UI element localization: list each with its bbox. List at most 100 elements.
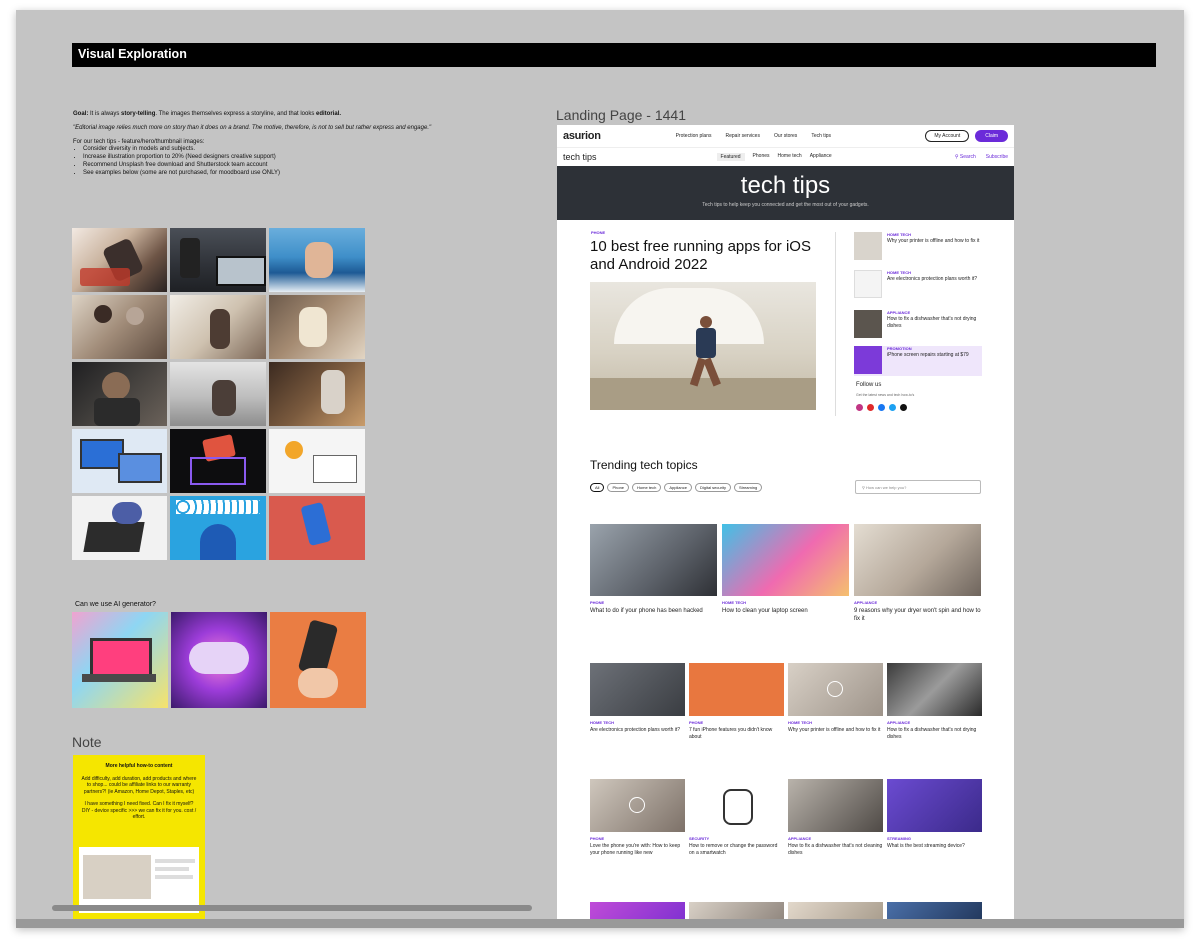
goal-bold-1: story-telling bbox=[121, 111, 156, 117]
embedded-screenshot bbox=[79, 847, 199, 913]
ai-gamepad-purple[interactable] bbox=[171, 612, 267, 708]
featured-image-runner[interactable] bbox=[590, 282, 816, 410]
chip-appliance[interactable]: Appliance bbox=[664, 483, 692, 492]
photo-woman-cooking[interactable] bbox=[269, 295, 365, 359]
play-icon[interactable] bbox=[827, 681, 843, 697]
card-image bbox=[722, 524, 849, 596]
subscribe-link[interactable]: Subscribe bbox=[986, 154, 1008, 160]
side-thumb bbox=[854, 346, 882, 374]
hero-title: tech tips bbox=[740, 172, 831, 199]
design-canvas[interactable]: Visual Exploration Goal: It is always st… bbox=[16, 10, 1184, 928]
photo-speaker-laptop[interactable] bbox=[170, 228, 266, 292]
frame-label[interactable]: Landing Page - 1441 bbox=[556, 107, 686, 123]
sub-nav: tech tips Featured Phones Home tech Appl… bbox=[557, 147, 1014, 166]
photo-family-room[interactable] bbox=[170, 295, 266, 359]
nav-link[interactable]: Repair services bbox=[726, 133, 760, 139]
card-title: 7 fun iPhone features you didn't know ab… bbox=[689, 727, 773, 740]
moodboard-grid bbox=[72, 228, 365, 560]
my-account-button[interactable]: My Account bbox=[925, 130, 970, 142]
nav-link[interactable]: Protection plans bbox=[676, 133, 712, 139]
photo-headphones-man[interactable] bbox=[72, 362, 167, 426]
sticky-note[interactable]: More helpful how-to content Add difficul… bbox=[73, 755, 205, 920]
chip-digital-security[interactable]: Digital security bbox=[694, 483, 731, 492]
featured-title[interactable]: 10 best free running apps for iOS and An… bbox=[590, 238, 820, 274]
sticky-paragraph: I have something I need fixed. Can I fix… bbox=[81, 801, 197, 820]
chip-phone[interactable]: Phone bbox=[607, 483, 630, 492]
article-card[interactable]: APPLIANCE How to fix a dishwasher that's… bbox=[788, 779, 883, 857]
tab-featured[interactable]: Featured bbox=[716, 153, 745, 161]
card-image bbox=[788, 663, 883, 716]
claim-button[interactable]: Claim bbox=[975, 130, 1008, 142]
photo-thumbs-up-sea[interactable] bbox=[269, 228, 365, 292]
side-tag: PROMOTION bbox=[887, 346, 912, 351]
photo-kitchen-laptop[interactable] bbox=[170, 362, 266, 426]
search-link[interactable]: ⚲ Search bbox=[955, 154, 976, 160]
card-image bbox=[887, 779, 982, 832]
social-icons bbox=[856, 404, 907, 411]
tab-phones[interactable]: Phones bbox=[753, 153, 770, 161]
promo-article[interactable]: PROMOTION iPhone screen repairs starting… bbox=[854, 346, 982, 376]
search-link-label: Search bbox=[959, 154, 976, 160]
twitter-icon[interactable] bbox=[889, 404, 896, 411]
tab-home-tech[interactable]: Home tech bbox=[778, 153, 802, 161]
chip-streaming[interactable]: Streaming bbox=[733, 483, 763, 492]
goal-quote: "Editorial image relies much more on sto… bbox=[73, 124, 432, 131]
landing-page-frame[interactable]: asurion Protection plans Repair services… bbox=[557, 125, 1014, 928]
ai-phone-hand-orange[interactable] bbox=[270, 612, 366, 708]
sticky-paragraph: Add difficulty, add duration, add produc… bbox=[81, 775, 197, 795]
card-title: How to clean your laptop screen bbox=[722, 608, 808, 614]
guideline-item: Recommend Unsplash free download and Shu… bbox=[83, 162, 453, 170]
pinterest-icon[interactable] bbox=[867, 404, 874, 411]
nav-links: Protection plans Repair services Our sto… bbox=[676, 133, 831, 139]
trending-title: Trending tech topics bbox=[590, 458, 698, 472]
article-card[interactable]: PHONE What to do if your phone has been … bbox=[590, 524, 717, 615]
tiktok-icon[interactable] bbox=[900, 404, 907, 411]
nav-link[interactable]: Our stores bbox=[774, 133, 797, 139]
card-title: How to fix a dishwasher that's not clean… bbox=[788, 843, 883, 856]
card-image bbox=[590, 524, 717, 596]
article-card[interactable]: HOME TECH How to clean your laptop scree… bbox=[722, 524, 849, 615]
side-tag: HOME TECH bbox=[887, 232, 911, 237]
photo-couple-kitchen[interactable] bbox=[72, 295, 167, 359]
list-intro: For our tech tips - feature/hero/thumbna… bbox=[73, 138, 205, 145]
photo-phone-in-hand[interactable] bbox=[72, 228, 167, 292]
ai-laptop-colorful[interactable] bbox=[72, 612, 168, 708]
tab-appliance[interactable]: Appliance bbox=[810, 153, 832, 161]
chip-home-tech[interactable]: Home tech bbox=[632, 483, 662, 492]
subnav-title[interactable]: tech tips bbox=[563, 152, 597, 162]
guideline-item: Consider diversity in models and subject… bbox=[83, 146, 453, 154]
play-icon[interactable] bbox=[629, 797, 645, 813]
guideline-item: Increase illustration proportion to 20% … bbox=[83, 154, 453, 162]
instagram-icon[interactable] bbox=[856, 404, 863, 411]
article-card[interactable]: STREAMING What is the best streaming dev… bbox=[887, 779, 982, 850]
article-card[interactable]: APPLIANCE 9 reasons why your dryer won't… bbox=[854, 524, 981, 623]
facebook-icon[interactable] bbox=[878, 404, 885, 411]
ai-question: Can we use AI generator? bbox=[75, 601, 156, 608]
illustration-facebook-eyes[interactable] bbox=[170, 496, 266, 560]
card-tag: PHONE bbox=[590, 600, 605, 605]
subnav-tabs: Featured Phones Home tech Appliance bbox=[716, 153, 832, 161]
photo-man-cooking[interactable] bbox=[269, 362, 365, 426]
goal-notes: Goal: It is always story-telling. The im… bbox=[73, 111, 453, 178]
article-card[interactable]: HOME TECH Are electronics protection pla… bbox=[590, 663, 685, 734]
article-card[interactable]: PHONE Love the phone you're with: How to… bbox=[590, 779, 685, 857]
hero-banner: tech tips Tech tips to help keep you con… bbox=[557, 166, 1014, 220]
article-card[interactable]: APPLIANCE How to fix a dishwasher that's… bbox=[887, 663, 982, 741]
article-card[interactable]: PHONE 7 fun iPhone features you didn't k… bbox=[689, 663, 784, 741]
article-card[interactable]: SECURITY How to remove or change the pas… bbox=[689, 779, 784, 857]
card-image bbox=[689, 779, 784, 832]
topic-search-input[interactable]: ⚲ How can we help you? bbox=[855, 480, 981, 494]
chip-all[interactable]: All bbox=[590, 483, 605, 492]
card-title: Are electronics protection plans worth i… bbox=[590, 727, 681, 733]
article-card[interactable]: HOME TECH Why your printer is offline an… bbox=[788, 663, 883, 734]
illustration-laptop-cloud[interactable] bbox=[72, 496, 167, 560]
card-tag: PHONE bbox=[590, 836, 605, 841]
illustration-laptops[interactable] bbox=[72, 429, 167, 493]
illustration-desk-person[interactable] bbox=[269, 429, 365, 493]
horizontal-scrollbar[interactable] bbox=[52, 905, 532, 911]
nav-link[interactable]: Tech tips bbox=[811, 133, 831, 139]
card-tag: APPLIANCE bbox=[854, 600, 878, 605]
asurion-logo[interactable]: asurion bbox=[563, 130, 601, 142]
illustration-vr-dark[interactable] bbox=[170, 429, 266, 493]
illustration-phone-red[interactable] bbox=[269, 496, 365, 560]
